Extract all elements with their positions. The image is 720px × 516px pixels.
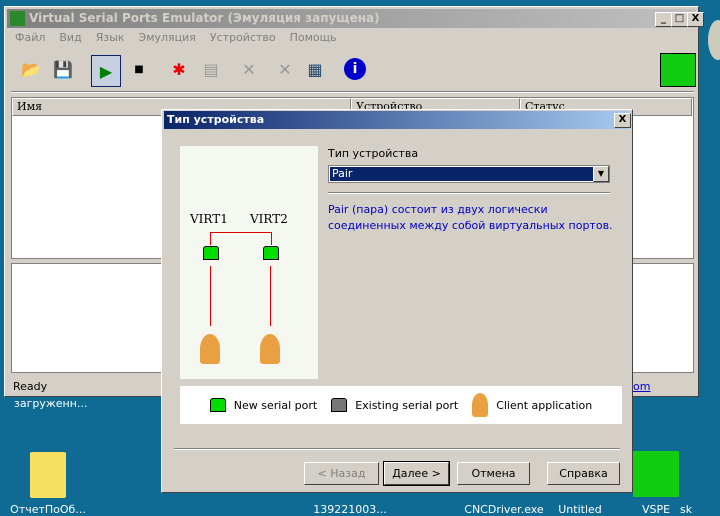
legend: New serial port Existing serial port Cli… <box>180 386 622 424</box>
arrow-line <box>210 266 211 326</box>
link-line <box>210 232 272 245</box>
back-button[interactable]: < Назад <box>304 462 379 485</box>
legend-client: Client application <box>496 398 593 412</box>
maximize-button[interactable]: □ <box>671 12 688 27</box>
window-title: Virtual Serial Ports Emulator (Эмуляция … <box>29 11 380 25</box>
start-button[interactable]: ▶ <box>91 55 121 87</box>
type-select-value: Pair <box>330 167 594 181</box>
minimize-button[interactable]: _ <box>655 12 672 27</box>
delete-device-icon[interactable]: ✕ <box>237 57 261 81</box>
new-port-icon <box>203 246 219 260</box>
vspe-desktop-icon[interactable] <box>633 451 679 497</box>
type-label: Тип устройства <box>328 147 419 160</box>
dialog-close-button[interactable]: X <box>614 113 631 128</box>
open-icon[interactable]: 📂 <box>19 57 43 81</box>
dialog-title: Тип устройства <box>167 113 265 126</box>
desktop-shortcut-icon[interactable] <box>708 20 720 60</box>
create-device-icon[interactable]: ✱ <box>167 57 191 81</box>
menu-file[interactable]: Файл <box>15 31 45 44</box>
port-label-virt1: VIRT1 <box>190 212 228 226</box>
desktop-icon-label[interactable]: Untitled <box>540 503 620 516</box>
edit-device-icon[interactable]: ▤ <box>199 57 223 81</box>
legend-existing: Existing serial port <box>355 398 459 412</box>
legend-new: New serial port <box>233 398 318 412</box>
cancel-button[interactable]: Отмена <box>457 462 530 485</box>
main-title-bar[interactable]: Virtual Serial Ports Emulator (Эмуляция … <box>7 9 704 28</box>
menu-view[interactable]: Вид <box>59 31 81 44</box>
file-icon[interactable] <box>30 452 66 498</box>
desktop-icon-label[interactable]: CNCDriver.exe <box>464 503 544 516</box>
close-button[interactable]: X <box>687 12 704 27</box>
menu-help[interactable]: Помощь <box>290 31 337 44</box>
divider <box>174 448 620 450</box>
menu-language[interactable]: Язык <box>96 31 125 44</box>
help-button[interactable]: Справка <box>547 462 620 485</box>
desktop-icon-label[interactable]: sk <box>680 503 720 516</box>
dialog-title-bar[interactable]: Тип устройства X <box>164 111 631 129</box>
menu-bar: Файл Вид Язык Эмуляция Устройство Помощь <box>15 31 351 44</box>
new-port-icon <box>209 398 226 412</box>
port-label-virt2: VIRT2 <box>250 212 288 226</box>
app-icon <box>10 11 25 26</box>
existing-port-icon <box>331 398 348 412</box>
desktop-icon-label[interactable]: 139221003... <box>310 503 390 516</box>
settings-icon[interactable]: ▦ <box>303 57 327 81</box>
desktop-icon-label[interactable]: загруженн... <box>14 397 87 410</box>
status-text: Ready <box>13 380 48 393</box>
client-icon <box>200 334 220 364</box>
client-icon <box>260 334 280 364</box>
chevron-down-icon[interactable]: ▼ <box>593 166 609 182</box>
desktop-icon-label[interactable]: ОтчетПоОб... <box>8 503 88 516</box>
client-icon <box>472 393 489 417</box>
vspe-logo-icon <box>660 53 696 87</box>
menu-emulation[interactable]: Эмуляция <box>139 31 196 44</box>
status-link[interactable]: om <box>633 380 650 393</box>
arrow-line <box>270 266 271 326</box>
delete-all-icon[interactable]: ✕ <box>273 57 297 81</box>
stop-button[interactable]: ■ <box>127 57 151 81</box>
info-icon[interactable]: i <box>344 58 366 80</box>
toolbar-divider <box>11 91 694 93</box>
divider <box>328 192 610 194</box>
type-select[interactable]: Pair ▼ <box>328 165 610 183</box>
menu-device[interactable]: Устройство <box>210 31 276 44</box>
save-icon[interactable]: 💾 <box>51 57 75 81</box>
new-port-icon <box>263 246 279 260</box>
pair-diagram: VIRT1 VIRT2 <box>180 146 318 379</box>
device-type-dialog: Тип устройства X VIRT1 VIRT2 Тип устройс… <box>161 109 633 493</box>
next-button[interactable]: Далее > <box>383 461 450 486</box>
type-description: Pair (пара) состоит из двух логически со… <box>328 203 613 232</box>
